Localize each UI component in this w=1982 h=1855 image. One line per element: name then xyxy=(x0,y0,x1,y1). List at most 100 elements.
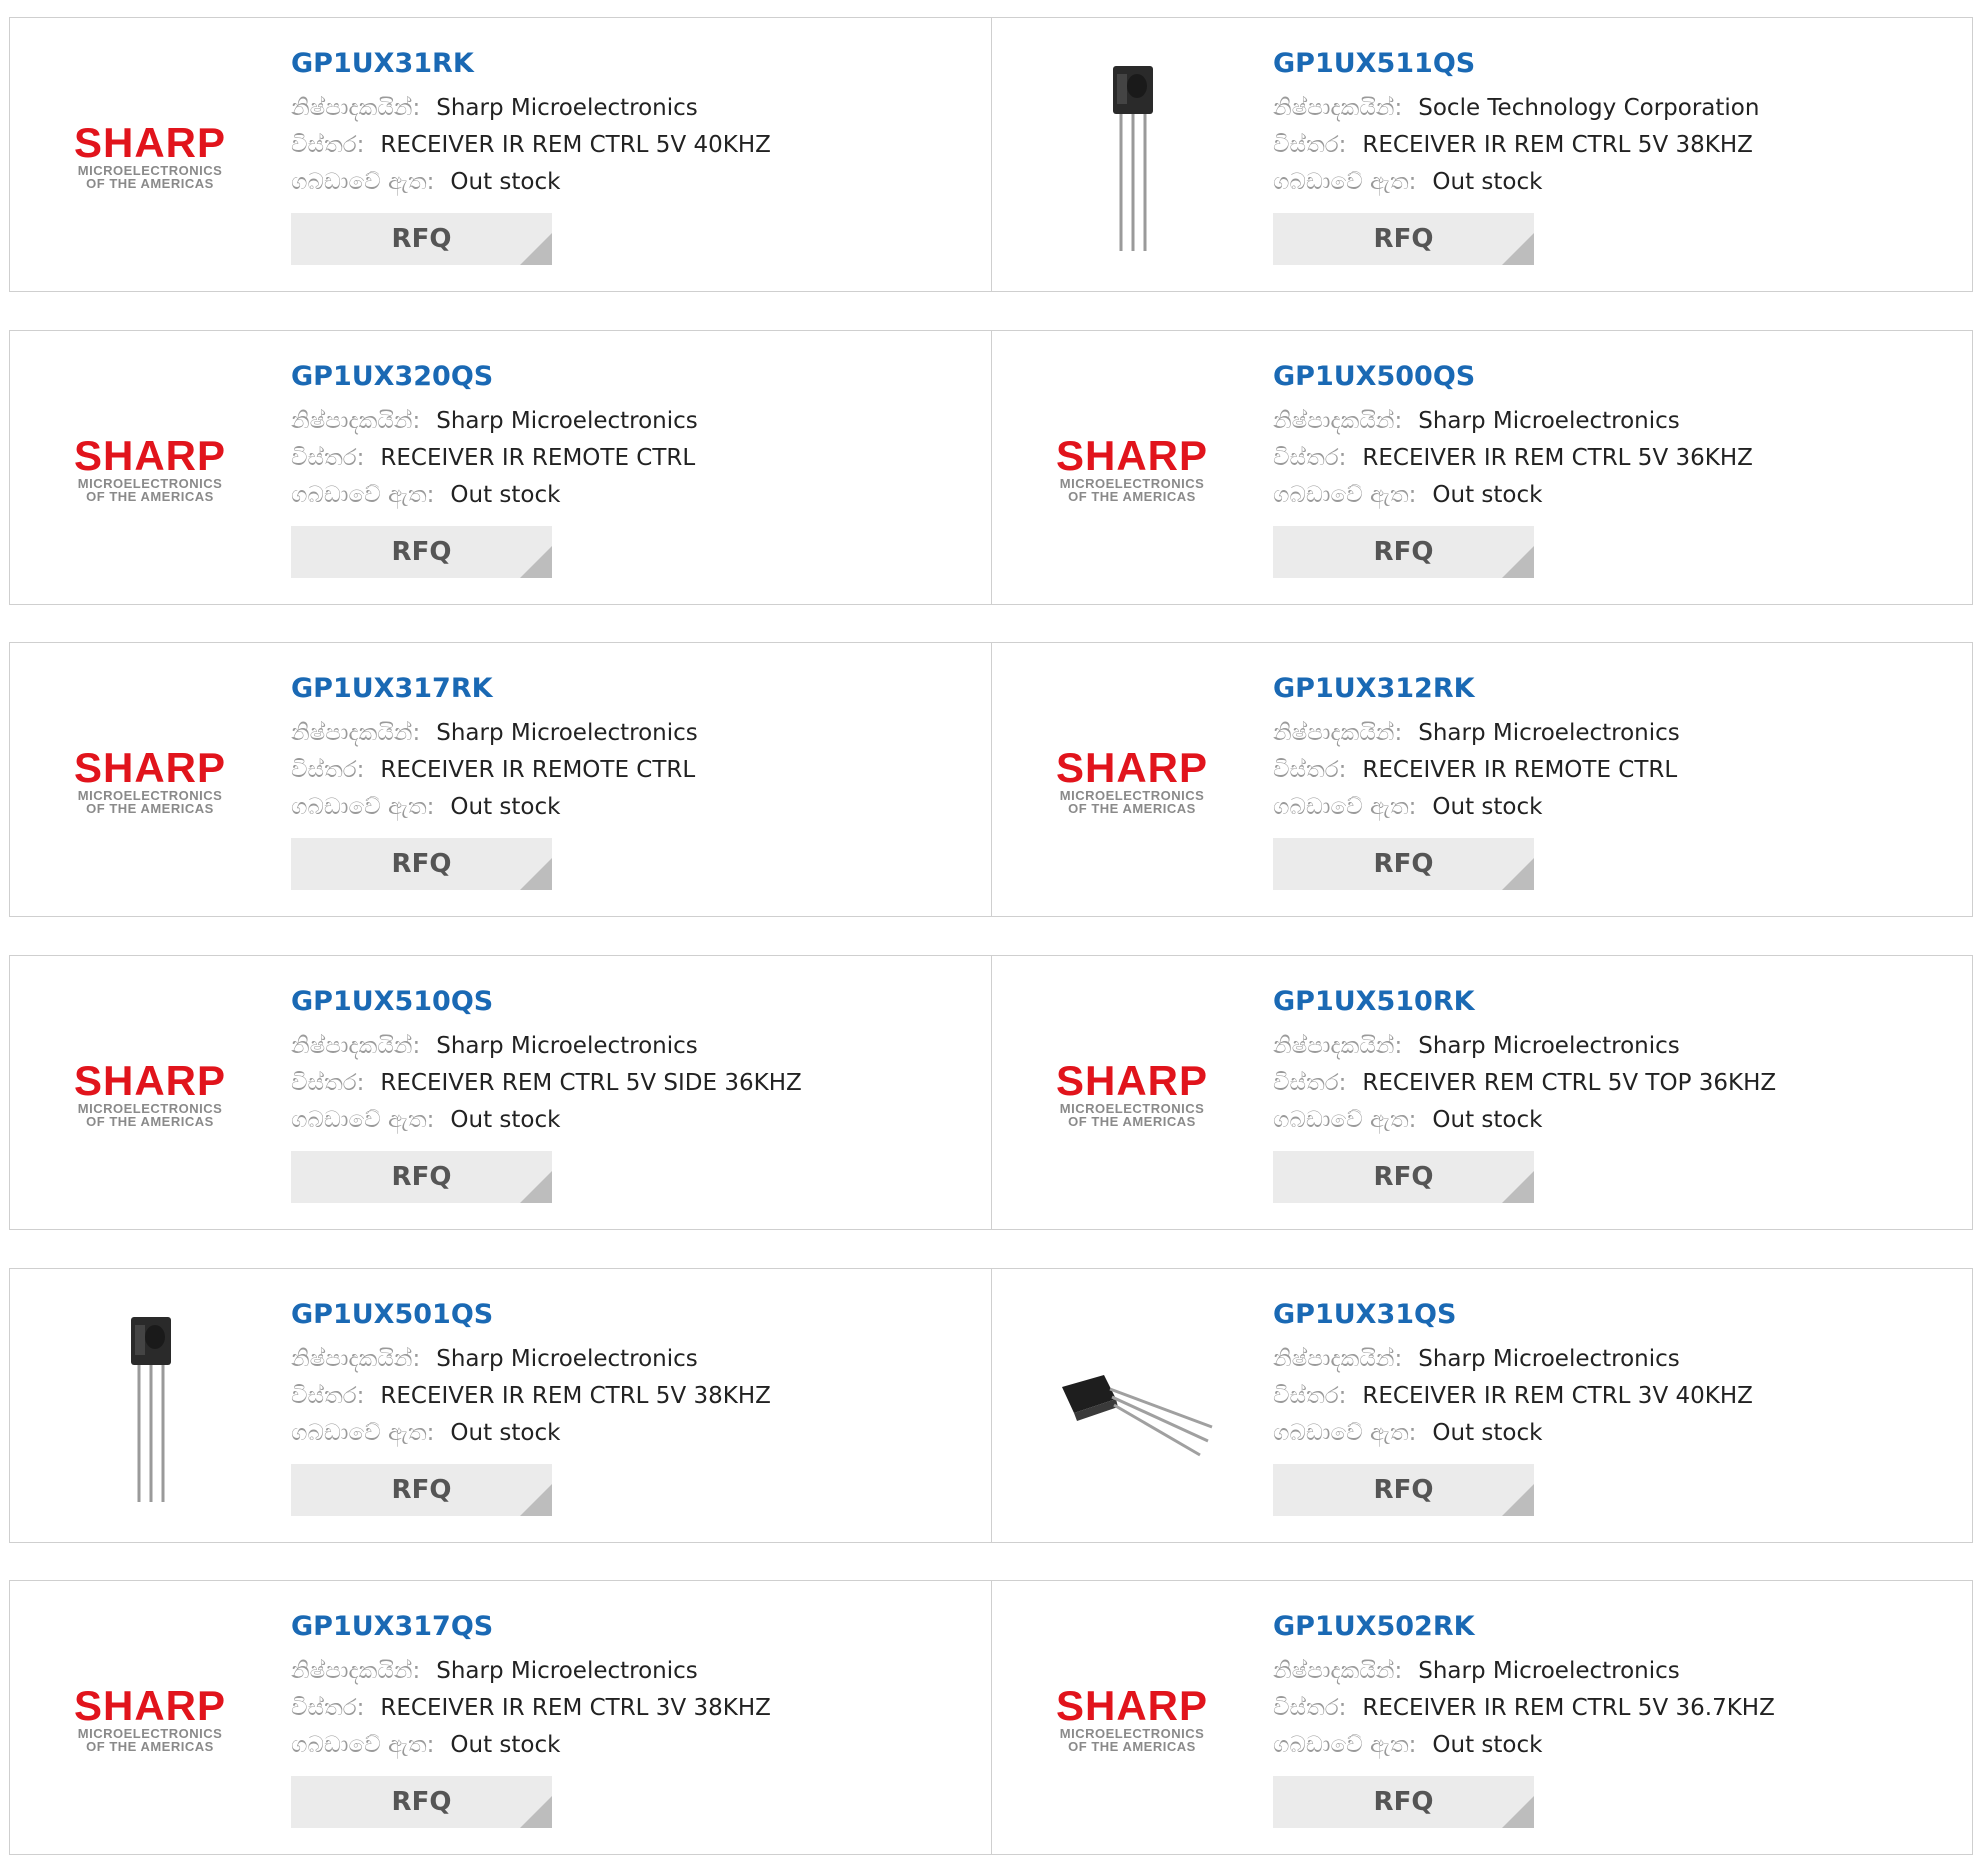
description-label: විස්තර: xyxy=(1273,1383,1347,1409)
product-thumbnail[interactable]: SHARP MICROELECTRONICS OF THE AMERICAS xyxy=(50,681,250,881)
sharp-logo: SHARP MICROELECTRONICS OF THE AMERICAS xyxy=(1032,1682,1232,1754)
product-row: SHARP MICROELECTRONICS OF THE AMERICAS GP1U… xyxy=(9,1580,1973,1855)
product-row: SHARP MICROELECTRONICS OF THE AMERICAS GP1U… xyxy=(9,330,1973,605)
rfq-label: RFQ xyxy=(1373,849,1434,879)
manufacturer-label: නිෂ්පාදකයින්: xyxy=(291,1346,421,1372)
description-line: විස්තර: RECEIVER IR REMOTE CTRL xyxy=(291,440,971,477)
logo-line-2: OF THE AMERICAS xyxy=(1068,1739,1196,1754)
manufacturer-line: නිෂ්පාදකයින්: Sharp Microelectronics xyxy=(1273,1653,1952,1690)
rfq-label: RFQ xyxy=(1373,224,1434,254)
stock-label: ගබඩාවේ ඇත: xyxy=(1273,1420,1417,1446)
description-line: විස්තර: RECEIVER IR REMOTE CTRL xyxy=(291,752,971,789)
logo-line-2: OF THE AMERICAS xyxy=(1068,489,1196,504)
rfq-button[interactable]: RFQ xyxy=(291,526,552,578)
stock-value: Out stock xyxy=(1432,1732,1543,1758)
part-number-link[interactable]: GP1UX31QS xyxy=(1273,1297,1952,1333)
rfq-button[interactable]: RFQ xyxy=(1273,838,1534,890)
rfq-button[interactable]: RFQ xyxy=(291,1151,552,1203)
description-line: විස්තර: RECEIVER REM CTRL 5V TOP 36KHZ xyxy=(1273,1065,1952,1102)
stock-label: ගබඩාවේ ඇත: xyxy=(1273,1107,1417,1133)
stock-value: Out stock xyxy=(1432,794,1543,820)
description-line: විස්තර: RECEIVER REM CTRL 5V SIDE 36KHZ xyxy=(291,1065,971,1102)
product-thumbnail[interactable] xyxy=(1032,56,1232,256)
product-thumbnail[interactable]: SHARP MICROELECTRONICS OF THE AMERICAS xyxy=(50,56,250,256)
part-number-link[interactable]: GP1UX502RK xyxy=(1273,1609,1952,1645)
manufacturer-line: නිෂ්පාදකයින්: Sharp Microelectronics xyxy=(1273,403,1952,440)
rfq-button[interactable]: RFQ xyxy=(291,1464,552,1516)
product-thumbnail[interactable]: SHARP MICROELECTRONICS OF THE AMERICAS xyxy=(50,369,250,569)
part-number-link[interactable]: GP1UX501QS xyxy=(291,1297,971,1333)
part-number-link[interactable]: GP1UX312RK xyxy=(1273,671,1952,707)
manufacturer-value: Sharp Microelectronics xyxy=(436,95,698,121)
product-card: SHARP MICROELECTRONICS OF THE AMERICAS GP1U… xyxy=(10,331,991,604)
description-value: RECEIVER IR REM CTRL 5V 36KHZ xyxy=(1362,445,1753,471)
stock-label: ගබඩාවේ ඇත: xyxy=(291,794,435,820)
product-card: GP1UX31QS නිෂ්පාදකයින්: Sharp Microelectro… xyxy=(991,1269,1972,1542)
product-thumbnail[interactable]: SHARP MICROELECTRONICS OF THE AMERICAS xyxy=(1032,369,1232,569)
part-number-link[interactable]: GP1UX511QS xyxy=(1273,46,1952,82)
description-value: RECEIVER IR REM CTRL 5V 40KHZ xyxy=(380,132,771,158)
logo-line-2: OF THE AMERICAS xyxy=(86,1739,214,1754)
product-card: SHARP MICROELECTRONICS OF THE AMERICAS GP1U… xyxy=(991,643,1972,916)
product-thumbnail[interactable] xyxy=(1032,1307,1232,1507)
rfq-button[interactable]: RFQ xyxy=(1273,1464,1534,1516)
ir-receiver-image xyxy=(1113,66,1153,251)
product-thumbnail[interactable]: SHARP MICROELECTRONICS OF THE AMERICAS xyxy=(1032,681,1232,881)
rfq-label: RFQ xyxy=(391,849,452,879)
manufacturer-value: Sharp Microelectronics xyxy=(436,720,698,746)
description-value: RECEIVER IR REM CTRL 3V 40KHZ xyxy=(1362,1383,1753,1409)
product-card: GP1UX501QS නිෂ්පාදකයින්: Sharp Microelectr… xyxy=(10,1269,991,1542)
manufacturer-label: නිෂ්පාදකයින්: xyxy=(1273,1658,1403,1684)
rfq-label: RFQ xyxy=(1373,537,1434,567)
logo-wordmark: SHARP xyxy=(73,744,227,791)
product-thumbnail[interactable]: SHARP MICROELECTRONICS OF THE AMERICAS xyxy=(1032,1619,1232,1819)
part-number-link[interactable]: GP1UX317RK xyxy=(291,671,971,707)
stock-label: ගබඩාවේ ඇත: xyxy=(291,169,435,195)
product-row: SHARP MICROELECTRONICS OF THE AMERICAS GP1U… xyxy=(9,642,1973,917)
rfq-button[interactable]: RFQ xyxy=(291,213,552,265)
product-thumbnail[interactable]: SHARP MICROELECTRONICS OF THE AMERICAS xyxy=(1032,994,1232,1194)
stock-value: Out stock xyxy=(450,169,561,195)
logo-wordmark: SHARP xyxy=(1055,744,1209,791)
stock-label: ගබඩාවේ ඇත: xyxy=(1273,482,1417,508)
rfq-label: RFQ xyxy=(391,537,452,567)
sharp-logo: SHARP MICROELECTRONICS OF THE AMERICAS xyxy=(1032,1060,1232,1129)
product-thumbnail[interactable]: SHARP MICROELECTRONICS OF THE AMERICAS xyxy=(50,994,250,1194)
sharp-logo: SHARP MICROELECTRONICS OF THE AMERICAS xyxy=(50,744,250,816)
part-number-link[interactable]: GP1UX317QS xyxy=(291,1609,971,1645)
product-thumbnail[interactable]: SHARP MICROELECTRONICS OF THE AMERICAS xyxy=(50,1619,250,1819)
stock-line: ගබඩාවේ ඇත: Out stock xyxy=(1273,1727,1952,1764)
product-thumbnail[interactable] xyxy=(50,1307,250,1507)
stock-line: ගබඩාවේ ඇත: Out stock xyxy=(1273,1415,1952,1452)
description-line: විස්තර: RECEIVER IR REM CTRL 3V 40KHZ xyxy=(1273,1378,1952,1415)
rfq-button[interactable]: RFQ xyxy=(291,1776,552,1828)
product-card: SHARP MICROELECTRONICS OF THE AMERICAS GP1U… xyxy=(991,956,1972,1229)
rfq-button[interactable]: RFQ xyxy=(1273,1151,1534,1203)
description-label: විස්තර: xyxy=(291,445,365,471)
stock-line: ගබඩාවේ ඇත: Out stock xyxy=(291,1102,971,1139)
product-row: SHARP MICROELECTRONICS OF THE AMERICAS GP1U… xyxy=(9,955,1973,1230)
stock-line: ගබඩාවේ ඇත: Out stock xyxy=(1273,164,1952,201)
logo-wordmark: SHARP xyxy=(1055,1682,1209,1729)
part-number-link[interactable]: GP1UX500QS xyxy=(1273,359,1952,395)
part-number-link[interactable]: GP1UX320QS xyxy=(291,359,971,395)
rfq-label: RFQ xyxy=(1373,1162,1434,1192)
description-label: විස්තර: xyxy=(291,1695,365,1721)
part-number-link[interactable]: GP1UX510RK xyxy=(1273,984,1952,1020)
part-number-link[interactable]: GP1UX31RK xyxy=(291,46,971,82)
logo-wordmark: SHARP xyxy=(1055,432,1209,479)
rfq-button[interactable]: RFQ xyxy=(1273,526,1534,578)
description-label: විස්තර: xyxy=(1273,1070,1347,1096)
description-label: විස්තර: xyxy=(291,1070,365,1096)
corner-triangle-icon xyxy=(1502,1484,1534,1516)
manufacturer-label: නිෂ්පාදකයින්: xyxy=(1273,1033,1403,1059)
manufacturer-label: නිෂ්පාදකයින්: xyxy=(291,408,421,434)
rfq-button[interactable]: RFQ xyxy=(291,838,552,890)
description-value: RECEIVER IR REM CTRL 3V 38KHZ xyxy=(380,1695,771,1721)
corner-triangle-icon xyxy=(520,546,552,578)
rfq-button[interactable]: RFQ xyxy=(1273,1776,1534,1828)
stock-line: ගබඩාවේ ඇත: Out stock xyxy=(1273,1102,1952,1139)
rfq-button[interactable]: RFQ xyxy=(1273,213,1534,265)
part-number-link[interactable]: GP1UX510QS xyxy=(291,984,971,1020)
logo-line-2: OF THE AMERICAS xyxy=(86,489,214,504)
